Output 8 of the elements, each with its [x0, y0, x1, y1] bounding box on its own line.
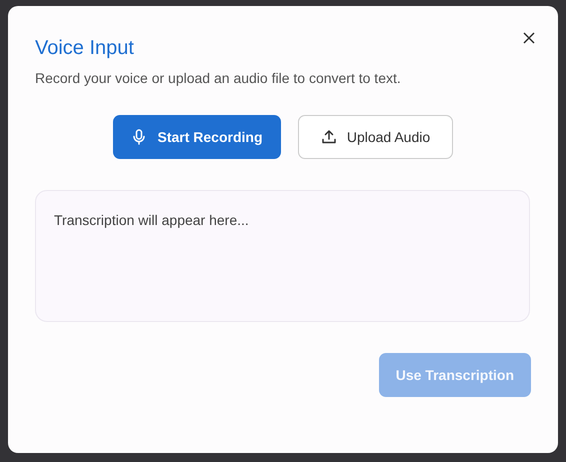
close-icon[interactable]	[522, 31, 536, 45]
dialog-description: Record your voice or upload an audio file to convert to text.	[35, 69, 402, 87]
transcription-field[interactable]: Transcription will appear here...	[35, 190, 530, 322]
microphone-icon	[131, 129, 148, 145]
upload-audio-button[interactable]: Upload Audio	[298, 115, 453, 159]
start-recording-button[interactable]: Start Recording	[113, 115, 281, 159]
dialog-title: Voice Input	[35, 36, 135, 60]
upload-icon	[320, 129, 337, 145]
